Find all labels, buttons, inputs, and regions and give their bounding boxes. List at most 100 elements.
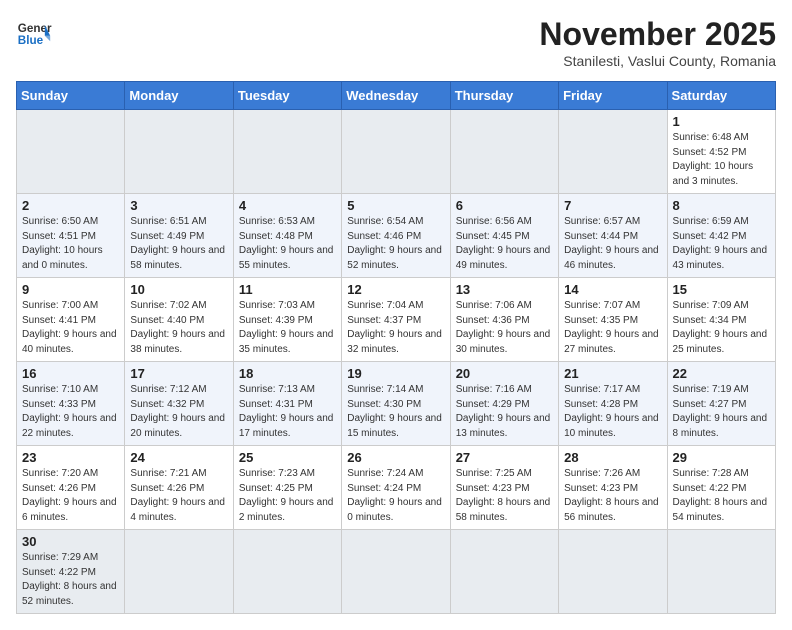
- calendar-cell: 29Sunrise: 7:28 AM Sunset: 4:22 PM Dayli…: [667, 446, 775, 530]
- day-info: Sunrise: 7:25 AM Sunset: 4:23 PM Dayligh…: [456, 467, 553, 525]
- day-number: 6: [456, 198, 553, 213]
- calendar-cell: 16 Sunrise: 7:10 AM Sunset: 4:33 PM Dayli…: [17, 362, 125, 446]
- calendar-cell: 13Sunrise: 7:06 AM Sunset: 4:36 PM Dayli…: [450, 278, 558, 362]
- day-number: 18: [239, 366, 336, 381]
- calendar-cell: 24 Sunrise: 7:21 AM Sunset: 4:26 PM Dayli…: [125, 446, 233, 530]
- calendar-cell: 11 Sunrise: 7:03 AM Sunset: 4:39 PM Dayli…: [233, 278, 341, 362]
- calendar-week-5: 23Sunrise: 7:20 AM Sunset: 4:26 PM Dayli…: [17, 446, 776, 530]
- calendar-cell: [667, 530, 775, 614]
- day-info: Sunrise: 6:50 AM Sunset: 4:51 PM Dayligh…: [22, 215, 119, 273]
- day-info: Sunrise: 6:53 AM Sunset: 4:48 PM Dayligh…: [239, 215, 336, 273]
- calendar-cell: [450, 530, 558, 614]
- calendar-cell: 7 Sunrise: 6:57 AM Sunset: 4:44 PM Daylig…: [559, 194, 667, 278]
- day-number: 5: [347, 198, 444, 213]
- day-info: Sunrise: 7:04 AM Sunset: 4:37 PM Dayligh…: [347, 299, 444, 357]
- calendar-cell: 30Sunrise: 7:29 AM Sunset: 4:22 PM Dayli…: [17, 530, 125, 614]
- weekday-header-tuesday: Tuesday: [233, 82, 341, 110]
- day-number: 3: [130, 198, 227, 213]
- day-info: Sunrise: 6:48 AM Sunset: 4:52 PM Dayligh…: [673, 131, 770, 189]
- logo: General Blue: [16, 16, 52, 52]
- day-number: 24: [130, 450, 227, 465]
- day-info: Sunrise: 7:21 AM Sunset: 4:26 PM Dayligh…: [130, 467, 227, 525]
- calendar-cell: 2 Sunrise: 6:50 AM Sunset: 4:51 PM Daylig…: [17, 194, 125, 278]
- day-number: 1: [673, 114, 770, 129]
- day-number: 10: [130, 282, 227, 297]
- weekday-header-row: SundayMondayTuesdayWednesdayThursdayFrid…: [17, 82, 776, 110]
- day-number: 7: [564, 198, 661, 213]
- calendar-cell: [17, 110, 125, 194]
- day-info: Sunrise: 7:17 AM Sunset: 4:28 PM Dayligh…: [564, 383, 661, 441]
- day-number: 20: [456, 366, 553, 381]
- day-info: Sunrise: 6:57 AM Sunset: 4:44 PM Dayligh…: [564, 215, 661, 273]
- calendar-cell: 6 Sunrise: 6:56 AM Sunset: 4:45 PM Daylig…: [450, 194, 558, 278]
- calendar-cell: 28Sunrise: 7:26 AM Sunset: 4:23 PM Dayli…: [559, 446, 667, 530]
- logo-icon: General Blue: [16, 16, 52, 52]
- day-info: Sunrise: 6:54 AM Sunset: 4:46 PM Dayligh…: [347, 215, 444, 273]
- calendar-cell: 9 Sunrise: 7:00 AM Sunset: 4:41 PM Daylig…: [17, 278, 125, 362]
- day-number: 30: [22, 534, 119, 549]
- calendar-cell: 20 Sunrise: 7:16 AM Sunset: 4:29 PM Dayli…: [450, 362, 558, 446]
- day-number: 15: [673, 282, 770, 297]
- calendar-cell: [559, 530, 667, 614]
- day-number: 9: [22, 282, 119, 297]
- calendar-week-6: 30Sunrise: 7:29 AM Sunset: 4:22 PM Dayli…: [17, 530, 776, 614]
- weekday-header-wednesday: Wednesday: [342, 82, 450, 110]
- weekday-header-saturday: Saturday: [667, 82, 775, 110]
- day-number: 14: [564, 282, 661, 297]
- day-info: Sunrise: 7:16 AM Sunset: 4:29 PM Dayligh…: [456, 383, 553, 441]
- day-number: 26: [347, 450, 444, 465]
- day-info: Sunrise: 6:59 AM Sunset: 4:42 PM Dayligh…: [673, 215, 770, 273]
- calendar-week-3: 9 Sunrise: 7:00 AM Sunset: 4:41 PM Daylig…: [17, 278, 776, 362]
- month-title: November 2025: [539, 16, 776, 53]
- day-number: 8: [673, 198, 770, 213]
- day-info: Sunrise: 7:23 AM Sunset: 4:25 PM Dayligh…: [239, 467, 336, 525]
- day-number: 19: [347, 366, 444, 381]
- calendar-cell: [450, 110, 558, 194]
- calendar-cell: 25 Sunrise: 7:23 AM Sunset: 4:25 PM Dayli…: [233, 446, 341, 530]
- day-info: Sunrise: 7:09 AM Sunset: 4:34 PM Dayligh…: [673, 299, 770, 357]
- calendar-cell: 4 Sunrise: 6:53 AM Sunset: 4:48 PM Daylig…: [233, 194, 341, 278]
- day-number: 2: [22, 198, 119, 213]
- calendar-week-4: 16 Sunrise: 7:10 AM Sunset: 4:33 PM Dayli…: [17, 362, 776, 446]
- day-number: 28: [564, 450, 661, 465]
- day-info: Sunrise: 7:10 AM Sunset: 4:33 PM Dayligh…: [22, 383, 119, 441]
- day-info: Sunrise: 7:02 AM Sunset: 4:40 PM Dayligh…: [130, 299, 227, 357]
- day-info: Sunrise: 7:14 AM Sunset: 4:30 PM Dayligh…: [347, 383, 444, 441]
- day-info: Sunrise: 7:12 AM Sunset: 4:32 PM Dayligh…: [130, 383, 227, 441]
- calendar-cell: [233, 110, 341, 194]
- calendar-cell: 5 Sunrise: 6:54 AM Sunset: 4:46 PM Daylig…: [342, 194, 450, 278]
- calendar-table: SundayMondayTuesdayWednesdayThursdayFrid…: [16, 81, 776, 614]
- day-number: 17: [130, 366, 227, 381]
- calendar-cell: [342, 110, 450, 194]
- calendar-cell: 27 Sunrise: 7:25 AM Sunset: 4:23 PM Dayli…: [450, 446, 558, 530]
- day-number: 16: [22, 366, 119, 381]
- calendar-cell: 22 Sunrise: 7:19 AM Sunset: 4:27 PM Dayli…: [667, 362, 775, 446]
- day-number: 27: [456, 450, 553, 465]
- calendar-cell: 1 Sunrise: 6:48 AM Sunset: 4:52 PM Daylig…: [667, 110, 775, 194]
- day-number: 4: [239, 198, 336, 213]
- title-block: November 2025 Stanilesti, Vaslui County,…: [539, 16, 776, 69]
- day-info: Sunrise: 7:03 AM Sunset: 4:39 PM Dayligh…: [239, 299, 336, 357]
- day-number: 22: [673, 366, 770, 381]
- calendar-cell: 26Sunrise: 7:24 AM Sunset: 4:24 PM Dayli…: [342, 446, 450, 530]
- page-header: General Blue November 2025 Stanilesti, V…: [16, 16, 776, 69]
- calendar-cell: 15 Sunrise: 7:09 AM Sunset: 4:34 PM Dayli…: [667, 278, 775, 362]
- day-info: Sunrise: 7:19 AM Sunset: 4:27 PM Dayligh…: [673, 383, 770, 441]
- day-info: Sunrise: 7:13 AM Sunset: 4:31 PM Dayligh…: [239, 383, 336, 441]
- day-info: Sunrise: 6:56 AM Sunset: 4:45 PM Dayligh…: [456, 215, 553, 273]
- day-number: 25: [239, 450, 336, 465]
- location-subtitle: Stanilesti, Vaslui County, Romania: [539, 53, 776, 69]
- calendar-cell: 10 Sunrise: 7:02 AM Sunset: 4:40 PM Dayli…: [125, 278, 233, 362]
- weekday-header-friday: Friday: [559, 82, 667, 110]
- calendar-cell: 23Sunrise: 7:20 AM Sunset: 4:26 PM Dayli…: [17, 446, 125, 530]
- calendar-cell: 19 Sunrise: 7:14 AM Sunset: 4:30 PM Dayli…: [342, 362, 450, 446]
- weekday-header-sunday: Sunday: [17, 82, 125, 110]
- weekday-header-monday: Monday: [125, 82, 233, 110]
- day-number: 11: [239, 282, 336, 297]
- calendar-cell: [125, 110, 233, 194]
- calendar-cell: 18 Sunrise: 7:13 AM Sunset: 4:31 PM Dayli…: [233, 362, 341, 446]
- day-number: 13: [456, 282, 553, 297]
- calendar-cell: [342, 530, 450, 614]
- svg-text:Blue: Blue: [18, 34, 44, 47]
- day-info: Sunrise: 7:00 AM Sunset: 4:41 PM Dayligh…: [22, 299, 119, 357]
